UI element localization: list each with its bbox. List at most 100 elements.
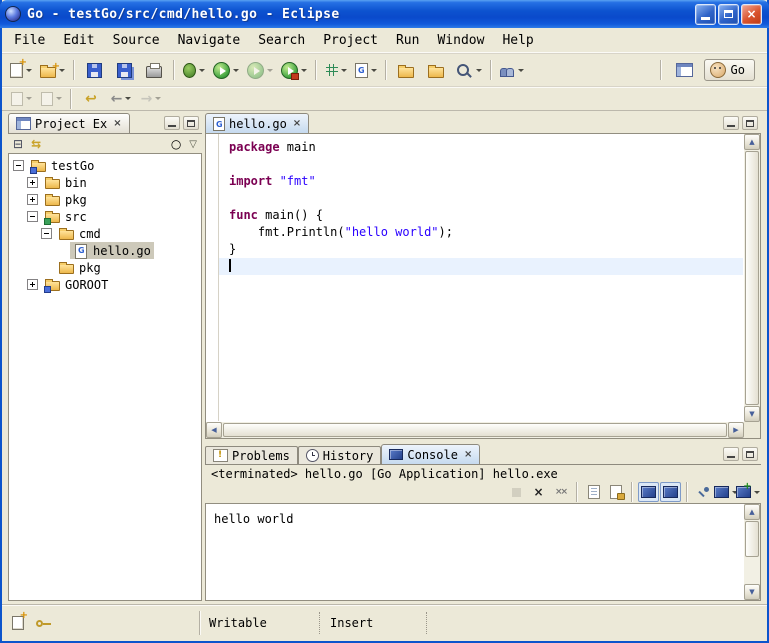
new-go-file-dropdown-button[interactable] xyxy=(352,57,380,83)
save-all-button[interactable] xyxy=(110,57,138,83)
scroll-right-button[interactable]: ▶ xyxy=(728,422,744,438)
focus-icon[interactable]: ○ xyxy=(171,137,181,151)
scroll-up-button[interactable]: ▲ xyxy=(744,134,760,150)
maximize-console-button[interactable] xyxy=(742,447,758,461)
expand-expander-icon[interactable] xyxy=(27,194,38,205)
minimize-view-button[interactable] xyxy=(164,116,180,130)
team-dropdown-button[interactable] xyxy=(497,57,527,83)
console-vertical-scrollbar[interactable]: ▲ ▼ xyxy=(744,504,760,600)
view-menu-icon[interactable]: ▽ xyxy=(189,139,197,150)
maximize-view-button[interactable] xyxy=(183,116,199,130)
menu-window[interactable]: Window xyxy=(428,31,493,50)
fast-view-icon[interactable] xyxy=(12,616,24,630)
scroll-up-button[interactable]: ▲ xyxy=(744,504,760,520)
run-dropdown-button[interactable] xyxy=(210,57,242,83)
titlebar[interactable]: Go - testGo/src/cmd/hello.go - Eclipse × xyxy=(0,0,769,28)
tab-project-explorer[interactable]: Project Ex × xyxy=(8,113,130,133)
profile-dropdown-button[interactable] xyxy=(244,57,276,83)
next-annotation-dropdown-button[interactable] xyxy=(7,89,35,109)
last-edit-location-button[interactable]: ↩ xyxy=(77,89,105,109)
tree-item-src-pkg[interactable]: pkg xyxy=(9,259,201,276)
link-with-editor-icon[interactable]: ⇆ xyxy=(31,137,41,151)
code-line[interactable]: } xyxy=(219,241,743,258)
scroll-thumb[interactable] xyxy=(745,151,759,405)
code-line[interactable]: func main() { xyxy=(219,207,743,224)
annotation-ruler[interactable] xyxy=(206,134,219,421)
code-area[interactable]: package main import "fmt" func main() { … xyxy=(219,134,743,421)
maximize-button[interactable] xyxy=(718,4,739,25)
menu-project[interactable]: Project xyxy=(314,31,387,50)
clear-console-button[interactable] xyxy=(583,482,604,502)
display-selected-console-dropdown[interactable] xyxy=(715,482,736,502)
minimize-editor-button[interactable] xyxy=(723,116,739,130)
code-line[interactable]: import "fmt" xyxy=(219,173,743,190)
secure-storage-key-icon[interactable] xyxy=(36,617,52,629)
print-button[interactable] xyxy=(140,57,168,83)
open-folder-button[interactable] xyxy=(422,57,450,83)
scroll-left-button[interactable]: ◀ xyxy=(206,422,222,438)
editor-vertical-scrollbar[interactable]: ▲ ▼ xyxy=(744,134,760,422)
open-resource-button[interactable] xyxy=(392,57,420,83)
terminate-button[interactable] xyxy=(506,482,527,502)
collapse-expander-icon[interactable] xyxy=(27,211,38,222)
maximize-editor-button[interactable] xyxy=(742,116,758,130)
minimize-button[interactable] xyxy=(695,4,716,25)
tree-item-testgo[interactable]: testGo xyxy=(9,157,201,174)
scroll-lock-button[interactable] xyxy=(605,482,626,502)
code-line[interactable]: fmt.Println("hello world"); xyxy=(219,224,743,241)
open-perspective-button[interactable] xyxy=(671,57,699,83)
menu-source[interactable]: Source xyxy=(104,31,169,50)
code-line[interactable] xyxy=(219,156,743,173)
tab-hello-go[interactable]: hello.go × xyxy=(205,113,309,133)
menu-help[interactable]: Help xyxy=(493,31,542,50)
search-dropdown-button[interactable] xyxy=(452,57,485,83)
tree-item-hello-go[interactable]: hello.go xyxy=(9,242,201,259)
tab-console[interactable]: Console × xyxy=(381,444,480,464)
code-line[interactable] xyxy=(219,190,743,207)
show-on-stdout-button[interactable] xyxy=(638,482,659,502)
new-go-package-dropdown-button[interactable] xyxy=(322,57,350,83)
close-editor-icon[interactable]: × xyxy=(293,118,301,129)
new-folder-dropdown-button[interactable] xyxy=(37,57,68,83)
tab-history[interactable]: History xyxy=(298,446,382,464)
new-wizard-dropdown-button[interactable] xyxy=(7,57,35,83)
back-dropdown-button[interactable]: ← xyxy=(107,89,135,109)
go-perspective-button[interactable]: Go xyxy=(704,59,755,81)
collapse-all-icon[interactable]: ⊟ xyxy=(13,137,23,151)
code-line[interactable]: package main xyxy=(219,139,743,156)
scroll-thumb[interactable] xyxy=(745,521,759,557)
scroll-down-button[interactable]: ▼ xyxy=(744,584,760,600)
forward-dropdown-button[interactable]: → xyxy=(137,89,165,109)
scroll-down-button[interactable]: ▼ xyxy=(744,406,760,422)
expand-expander-icon[interactable] xyxy=(27,177,38,188)
collapse-expander-icon[interactable] xyxy=(13,160,24,171)
scroll-thumb[interactable] xyxy=(223,423,727,437)
tree-item-src[interactable]: src xyxy=(9,208,201,225)
tab-problems[interactable]: Problems xyxy=(205,446,298,464)
menu-file[interactable]: File xyxy=(5,31,54,50)
expand-expander-icon[interactable] xyxy=(27,279,38,290)
open-console-dropdown[interactable] xyxy=(737,482,758,502)
save-button[interactable] xyxy=(80,57,108,83)
tree-item-pkg[interactable]: pkg xyxy=(9,191,201,208)
close-button[interactable]: × xyxy=(741,4,762,25)
minimize-console-button[interactable] xyxy=(723,447,739,461)
menu-edit[interactable]: Edit xyxy=(54,31,103,50)
console-output-area[interactable]: hello world ▲ ▼ xyxy=(205,503,761,601)
editor-horizontal-scrollbar[interactable]: ◀ ▶ xyxy=(206,422,744,438)
pin-console-button[interactable] xyxy=(693,482,714,502)
previous-annotation-dropdown-button[interactable] xyxy=(37,89,65,109)
remove-all-terminated-button[interactable]: ×× xyxy=(550,482,571,502)
debug-dropdown-button[interactable] xyxy=(180,57,208,83)
close-console-icon[interactable]: × xyxy=(464,449,472,460)
menu-search[interactable]: Search xyxy=(249,31,314,50)
tree-item-cmd[interactable]: cmd xyxy=(9,225,201,242)
collapse-expander-icon[interactable] xyxy=(41,228,52,239)
current-code-line[interactable] xyxy=(219,258,743,275)
tree-item-bin[interactable]: bin xyxy=(9,174,201,191)
menu-navigate[interactable]: Navigate xyxy=(169,31,250,50)
menu-run[interactable]: Run xyxy=(387,31,428,50)
external-tools-dropdown-button[interactable] xyxy=(278,57,310,83)
tree-item-goroot[interactable]: GOROOT xyxy=(9,276,201,293)
remove-launch-button[interactable]: × xyxy=(528,482,549,502)
